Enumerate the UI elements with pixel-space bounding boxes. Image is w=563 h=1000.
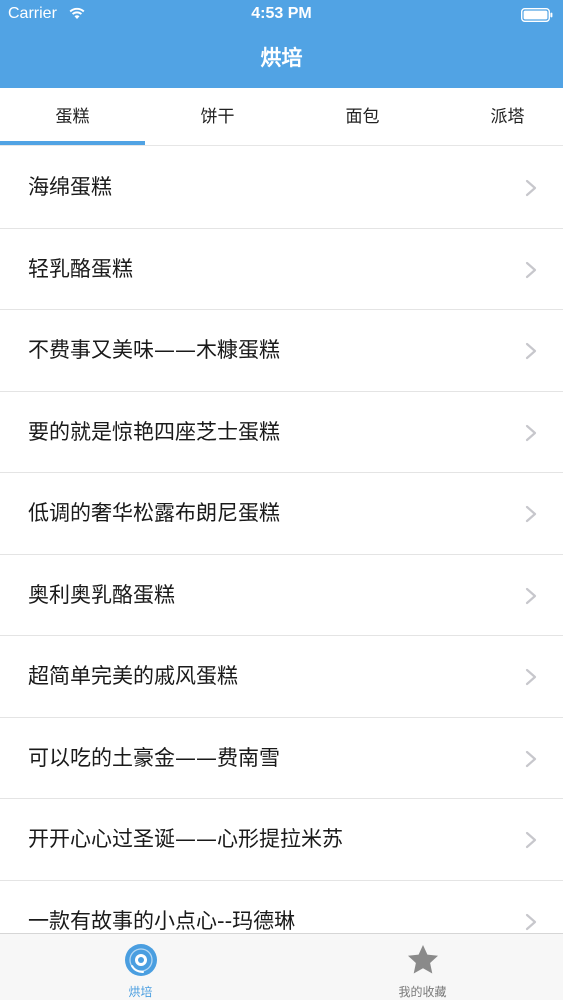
list-item[interactable]: 不费事又美味——木糠蛋糕 <box>0 310 563 392</box>
list-item-label: 低调的奢华松露布朗尼蛋糕 <box>28 501 280 525</box>
list-item[interactable]: 低调的奢华松露布朗尼蛋糕 <box>0 473 563 555</box>
chevron-right-icon <box>525 261 537 278</box>
tab-cookie[interactable]: 饼干 <box>145 88 290 146</box>
navigation-header: Carrier 4:53 PM 烘培 <box>0 0 563 88</box>
list-item-label: 轻乳酪蛋糕 <box>28 256 133 281</box>
chevron-right-icon <box>525 587 537 604</box>
list-item-label: 超简单完美的戚风蛋糕 <box>28 664 238 688</box>
battery-icon <box>521 8 553 22</box>
tab-bread[interactable]: 面包 <box>290 88 435 146</box>
list-item[interactable]: 开开心心过圣诞——心形提拉米苏 <box>0 799 563 881</box>
category-tabs: 蛋糕 饼干 面包 派塔 <box>0 88 563 146</box>
list-item-label: 不费事又美味——木糠蛋糕 <box>28 338 280 362</box>
list-item[interactable]: 轻乳酪蛋糕 <box>0 228 563 310</box>
app-screen: Carrier 4:53 PM 烘培 蛋糕 饼干 面包 派塔 海绵蛋糕 轻乳酪蛋… <box>0 0 563 1000</box>
tab-cake[interactable]: 蛋糕 <box>0 88 145 146</box>
tabbar-label-baking: 烘培 <box>128 985 153 999</box>
list-item[interactable]: 奥利奥乳酪蛋糕 <box>0 554 563 636</box>
list-item-label: 开开心心过圣诞——心形提拉米苏 <box>28 827 343 851</box>
chevron-right-icon <box>525 668 537 686</box>
list-item[interactable]: 海绵蛋糕 <box>0 147 563 229</box>
disc-icon <box>124 944 157 976</box>
list-item-label: 海绵蛋糕 <box>28 175 112 199</box>
tab-pie-tart[interactable]: 派塔 <box>435 88 563 146</box>
tabbar-label-favorites: 我的收藏 <box>398 985 447 999</box>
bottom-tab-bar: 烘培 我的收藏 <box>0 933 563 1000</box>
tab-selected-indicator <box>0 141 145 145</box>
chevron-right-icon <box>525 342 537 360</box>
tabbar-item-baking[interactable]: 烘培 <box>0 934 281 1000</box>
chevron-right-icon <box>525 179 537 197</box>
page-title: 烘培 <box>260 46 303 70</box>
list-item-label: 可以吃的土豪金——费南雪 <box>28 745 280 770</box>
list-item[interactable]: 一款有故事的小点心--玛德琳 <box>0 880 563 933</box>
chevron-right-icon <box>525 913 537 930</box>
status-bar: Carrier 4:53 PM <box>0 0 563 30</box>
list-item[interactable]: 要的就是惊艳四座芝士蛋糕 <box>0 391 563 473</box>
recipe-list[interactable]: 海绵蛋糕 轻乳酪蛋糕 不费事又美味——木糠蛋糕 要的就是惊艳四座芝士蛋糕 低调的… <box>0 147 563 933</box>
list-item[interactable]: 超简单完美的戚风蛋糕 <box>0 636 563 718</box>
list-item-label: 要的就是惊艳四座芝士蛋糕 <box>28 419 280 444</box>
chevron-right-icon <box>525 505 537 523</box>
list-item-label: 一款有故事的小点心--玛德琳 <box>28 908 296 933</box>
list-item-label: 奥利奥乳酪蛋糕 <box>28 582 175 607</box>
chevron-right-icon <box>525 424 537 441</box>
chevron-right-icon <box>525 750 537 767</box>
chevron-right-icon <box>525 831 537 849</box>
list-item[interactable]: 可以吃的土豪金——费南雪 <box>0 717 563 799</box>
tabbar-item-favorites[interactable]: 我的收藏 <box>282 934 563 1000</box>
star-icon <box>407 945 438 974</box>
status-time: 4:53 PM <box>251 5 312 22</box>
